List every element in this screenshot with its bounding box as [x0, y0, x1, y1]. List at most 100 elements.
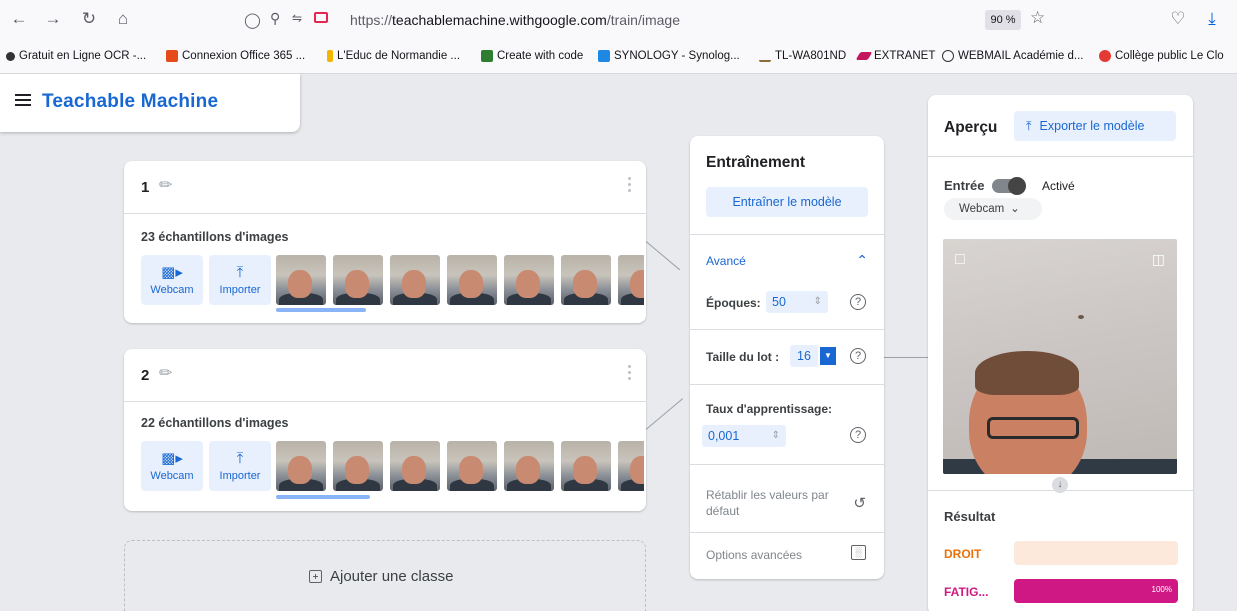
app-title[interactable]: Teachable Machine — [42, 91, 218, 113]
bookmarks-bar: Gratuit en Ligne OCR -... Connexion Offi… — [0, 40, 1237, 74]
scroll-indicator[interactable] — [276, 495, 370, 499]
more-options-icon[interactable] — [628, 365, 632, 380]
epochs-input[interactable]: 50 ⇕ — [766, 291, 828, 313]
webcam-button[interactable]: ▩▸ Webcam — [141, 441, 203, 491]
edit-pencil-icon[interactable]: ✏ — [159, 175, 172, 195]
add-class-button[interactable]: Ajouter une classe — [124, 540, 646, 611]
sample-image[interactable] — [618, 441, 644, 491]
connector-line — [884, 357, 928, 359]
advanced-options-link[interactable]: Options avancées — [706, 548, 802, 562]
bookmark-extranet[interactable]: EXTRANET — [855, 50, 935, 62]
chevron-up-icon[interactable]: ⌃ — [856, 252, 868, 269]
extranet-icon — [855, 52, 873, 60]
webcam-button[interactable]: ▩▸ Webcam — [141, 255, 203, 305]
permissions-icon[interactable]: ⇋ — [292, 11, 302, 25]
import-button[interactable]: ⤒ Importer — [209, 441, 271, 491]
bookmark-synology[interactable]: SYNOLOGY - Synolog... — [598, 50, 740, 62]
train-model-button[interactable]: Entraîner le modèle — [706, 187, 868, 217]
batch-size-label: Taille du lot : — [706, 350, 780, 364]
dropdown-arrow-icon[interactable]: ▼ — [820, 347, 836, 365]
shield-icon[interactable]: ◯ — [244, 11, 261, 29]
help-icon[interactable]: ? — [850, 427, 866, 443]
sample-image[interactable] — [276, 441, 326, 491]
divider — [928, 490, 1193, 491]
lock-icon[interactable]: ⚲ — [270, 10, 280, 27]
sample-image[interactable] — [504, 255, 554, 305]
divider — [690, 464, 884, 465]
learning-rate-label: Taux d'apprentissage: — [706, 402, 832, 416]
spinner-icon[interactable]: ⇕ — [772, 425, 780, 447]
sample-image[interactable] — [333, 255, 383, 305]
scroll-indicator[interactable] — [276, 308, 366, 312]
sample-image[interactable] — [390, 441, 440, 491]
advanced-toggle[interactable]: Avancé — [706, 254, 746, 268]
home-icon[interactable]: ⌂ — [112, 8, 134, 30]
sample-image[interactable] — [333, 441, 383, 491]
teachable-machine-page: Teachable Machine 1 ✏ 23 échantillons d'… — [0, 74, 1237, 611]
export-model-button[interactable]: ⤒ Exporter le modèle — [1014, 111, 1176, 141]
video-camera-icon: ▩▸ — [161, 449, 183, 467]
class-name[interactable]: 2 — [141, 367, 149, 384]
webcam-preview: □ ◫ — [943, 239, 1177, 474]
forward-icon[interactable]: → — [42, 8, 64, 30]
reset-defaults-button[interactable]: Rétablir les valeurs par défaut — [706, 488, 829, 518]
sample-image[interactable] — [447, 255, 497, 305]
bookmark-webmail[interactable]: WEBMAIL Académie d... — [942, 50, 1083, 62]
bookmark-college[interactable]: Collège public Le Clo — [1099, 50, 1224, 62]
preview-panel: Aperçu ⤒ Exporter le modèle Entrée Activé… — [928, 95, 1193, 611]
synology-icon — [598, 50, 610, 62]
input-toggle[interactable] — [992, 177, 1026, 195]
back-icon[interactable]: ← — [8, 8, 30, 30]
reload-icon[interactable]: ↻ — [78, 8, 100, 30]
create-with-code-icon — [481, 50, 493, 62]
help-icon[interactable]: ? — [850, 348, 866, 364]
more-options-icon[interactable] — [628, 177, 632, 192]
class-name[interactable]: 1 — [141, 179, 149, 196]
batch-size-value[interactable]: 16 — [790, 345, 818, 367]
bar-chart-icon[interactable]: ░ — [851, 545, 866, 560]
bookmark-createwithcode[interactable]: Create with code — [481, 50, 583, 62]
source-select[interactable]: Webcam ⌄ — [944, 198, 1042, 220]
learning-rate-input[interactable]: 0,001 ⇕ — [702, 425, 786, 447]
sample-image[interactable] — [561, 255, 611, 305]
educ-icon — [327, 50, 333, 62]
menu-icon[interactable] — [15, 94, 31, 106]
download-icon[interactable]: ⤓ — [1201, 8, 1223, 30]
sample-image[interactable] — [390, 255, 440, 305]
history-icon[interactable]: ↺ — [853, 494, 866, 512]
bookmark-educ[interactable]: L'Educ de Normandie ... — [327, 50, 460, 62]
bookmark-ocr[interactable]: Gratuit en Ligne OCR -... — [6, 50, 146, 62]
edit-pencil-icon[interactable]: ✏ — [159, 363, 172, 383]
url-text: https://teachablemachine.withgoogle.com/… — [350, 12, 680, 28]
sample-thumbnails[interactable] — [276, 255, 644, 305]
flip-icon[interactable]: ◫ — [1152, 251, 1165, 268]
upload-icon: ⤒ — [236, 263, 244, 281]
class-card-1: 1 ✏ 23 échantillons d'images ▩▸ Webcam ⤒… — [124, 161, 646, 323]
sample-thumbnails[interactable] — [276, 441, 644, 491]
bookmark-office[interactable]: Connexion Office 365 ... — [166, 50, 305, 62]
epochs-label: Époques: — [706, 296, 761, 310]
spinner-icon[interactable]: ⇕ — [814, 291, 822, 313]
import-button[interactable]: ⤒ Importer — [209, 255, 271, 305]
divider — [124, 401, 646, 402]
pocket-icon[interactable]: ♡ — [1167, 8, 1189, 30]
url-bar[interactable]: ◯ ⚲ ⇋ https://teachablemachine.withgoogl… — [240, 6, 1060, 34]
training-title: Entraînement — [706, 154, 806, 171]
globe-icon — [942, 50, 954, 62]
sample-image[interactable] — [618, 255, 644, 305]
camera-sharing-icon[interactable] — [314, 12, 328, 23]
sample-count: 22 échantillons d'images — [141, 416, 289, 430]
sample-image[interactable] — [276, 255, 326, 305]
browser-toolbar: ← → ↻ ⌂ ◯ ⚲ ⇋ https://teachablemachine.w… — [0, 0, 1237, 40]
sample-image[interactable] — [561, 441, 611, 491]
bookmark-star-icon[interactable]: ☆ — [1030, 8, 1045, 28]
sample-image[interactable] — [504, 441, 554, 491]
divider — [124, 213, 646, 214]
preview-title: Aperçu — [944, 119, 998, 136]
zoom-level[interactable]: 90 % — [985, 10, 1021, 30]
crop-icon[interactable]: □ — [955, 251, 965, 269]
sample-image[interactable] — [447, 441, 497, 491]
college-icon — [1099, 50, 1111, 62]
bookmark-tlwa[interactable]: TL-WA801ND — [759, 50, 846, 62]
help-icon[interactable]: ? — [850, 294, 866, 310]
